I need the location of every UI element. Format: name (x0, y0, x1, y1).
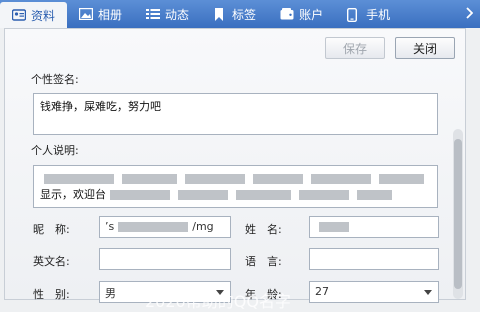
vertical-scrollbar[interactable] (453, 129, 463, 299)
tab-album[interactable]: 相册 (67, 0, 134, 28)
tab-activity[interactable]: 动态 (134, 0, 201, 28)
chevron-down-icon (424, 290, 432, 295)
language-label: 语 言: (245, 255, 282, 268)
nickname-input[interactable]: ’s/mg (99, 216, 231, 238)
nickname-label: 昵 称: (33, 223, 70, 236)
tab-profile[interactable]: 资料 (0, 2, 68, 28)
name-label: 姓 名: (245, 223, 282, 236)
description-textarea[interactable]: 显示，欢迎台 (33, 165, 438, 208)
description-line-2: 显示，欢迎台 (40, 187, 431, 203)
signature-text: 钱难挣，屎难吃，努力吧 (40, 100, 161, 113)
tab-tags[interactable]: 标签 (201, 0, 268, 28)
signature-textarea[interactable]: 钱难挣，屎难吃，努力吧 (33, 93, 438, 135)
save-button[interactable]: 保存 (325, 37, 385, 59)
profile-tab-bar: 资料 相册 动态 标签 账户 手机 (0, 0, 480, 28)
tab-phone[interactable]: 手机 (335, 0, 402, 28)
tab-account[interactable]: 账户 (268, 0, 335, 28)
list-icon (146, 8, 161, 20)
tab-scroll-right-button[interactable] (458, 0, 480, 28)
tab-tags-label: 标签 (232, 7, 257, 22)
description-line-1 (40, 171, 431, 187)
english-name-label: 英文名: (33, 255, 70, 268)
signature-label: 个性签名: (31, 73, 79, 86)
name-input[interactable] (309, 216, 439, 238)
watermark-text: 2020帮助的QQ名字 (145, 292, 291, 311)
chevron-right-icon (465, 6, 474, 22)
english-name-input[interactable] (99, 248, 231, 270)
wallet-icon (280, 8, 294, 20)
photo-icon (79, 8, 94, 20)
scrollbar-thumb[interactable] (454, 139, 462, 289)
phone-icon (347, 8, 361, 22)
tab-album-label: 相册 (98, 7, 123, 22)
toolbar: 保存 关闭 (325, 37, 455, 59)
profile-panel: 保存 关闭 个性签名: 钱难挣，屎难吃，努力吧 个人说明: 显示，欢迎台 昵 称… (4, 28, 466, 303)
close-button[interactable]: 关闭 (395, 37, 455, 59)
tab-profile-label: 资料 (31, 8, 56, 23)
bookmark-icon (213, 8, 227, 21)
description-label: 个人说明: (31, 144, 79, 157)
language-input[interactable] (309, 248, 439, 270)
tab-activity-label: 动态 (165, 7, 190, 22)
id-card-icon (12, 9, 26, 21)
tab-account-label: 账户 (299, 7, 324, 22)
tab-phone-label: 手机 (366, 7, 391, 22)
